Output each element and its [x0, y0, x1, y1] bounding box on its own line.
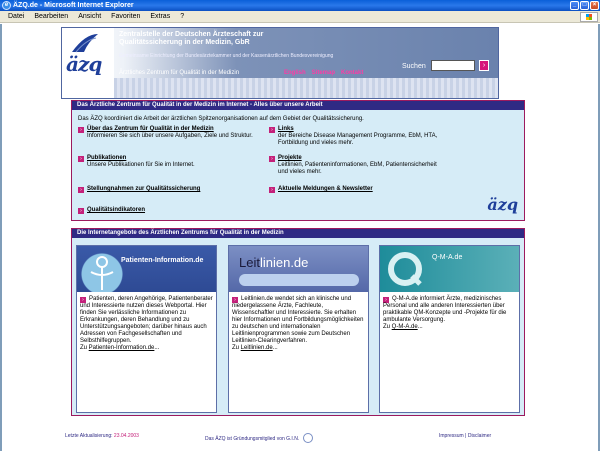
card-qma: Q-M-A.de › Q-M-A.de informiert Ärzte, med…: [379, 245, 520, 413]
site-logo[interactable]: äzq: [62, 28, 114, 98]
leitlinien-link[interactable]: Leitlinien.de: [241, 345, 273, 351]
header-subtitle: Gemeinsame Einrichtung der Bundesärzteka…: [119, 53, 334, 59]
q-ring-icon: [388, 252, 422, 286]
box-logo: äzq: [487, 195, 518, 214]
offers-box-heading: Die Internetangebote des Ärztlichen Zent…: [72, 229, 524, 238]
arrow-icon: ›: [269, 127, 275, 133]
menu-bearbeiten[interactable]: Bearbeiten: [29, 13, 73, 20]
qma-link[interactable]: Q-M-A.de: [392, 324, 418, 330]
menu-help[interactable]: ?: [175, 13, 189, 20]
page-viewport: äzq Zentralstelle der Deutschen Ärztesch…: [0, 24, 600, 451]
site-header: äzq Zentralstelle der Deutschen Ärztesch…: [61, 27, 499, 99]
card-leitlinien: Leitlinien.de › Leitlinien.de wendet sich…: [228, 245, 369, 413]
header-links: English Sitemap Kontakt: [284, 70, 363, 76]
link-kontakt[interactable]: Kontakt: [341, 70, 363, 76]
arrow-icon: ›: [269, 187, 275, 193]
arrow-icon: ›: [78, 208, 84, 214]
menu-extras[interactable]: Extras: [145, 13, 175, 20]
header-title: Zentralstelle der Deutschen Ärzteschaft …: [119, 31, 264, 46]
qma-banner[interactable]: Q-M-A.de: [380, 246, 519, 292]
windows-logo-icon: [580, 12, 598, 22]
menu-favoriten[interactable]: Favoriten: [106, 13, 145, 20]
header-stripe: [114, 78, 498, 98]
link-impressum[interactable]: Impressum: [439, 433, 464, 439]
qma-banner-title: Q-M-A.de: [432, 254, 463, 261]
footer-updated: Letzte Aktualisierung: 23.04.2003: [65, 433, 139, 439]
item-stellungnahmen[interactable]: › Stellungnahmen zur Qualitätssicherung: [78, 186, 253, 193]
arrow-icon: ›: [78, 156, 84, 162]
leitlinien-text: › Leitlinien.de wendet sich an klinische …: [232, 296, 364, 351]
search-label: Suchen: [402, 63, 426, 70]
item-publikationen[interactable]: › Publikationen Unsere Publikationen für …: [78, 155, 253, 169]
logo-text: äzq: [66, 52, 102, 76]
ie-icon: e: [2, 1, 11, 10]
footer-links: Impressum | Disclaimer: [439, 433, 492, 439]
qma-text: › Q-M-A.de informiert Ärzte, medizinische…: [383, 296, 507, 330]
item-links[interactable]: › Links der Bereiche Disease Management P…: [269, 126, 444, 147]
window-titlebar: e ÄZQ.de - Microsoft Internet Explorer _…: [0, 0, 600, 11]
sail-icon: [72, 34, 98, 53]
window-buttons: _ □ ×: [570, 1, 599, 10]
gin-logo-icon[interactable]: [303, 433, 314, 443]
patienten-text: › Patienten, deren Angehörige, Patientenb…: [80, 296, 213, 351]
footer-gin: Das ÄZQ ist Gründungsmitglied von G.I.N.: [205, 433, 314, 443]
leitlinien-banner-title: Leitlinien.de: [239, 255, 309, 270]
arrow-icon: ›: [78, 187, 84, 193]
item-ueber[interactable]: › Über das Zentrum für Qualität in der Me…: [78, 126, 253, 140]
maximize-icon[interactable]: □: [580, 1, 589, 10]
card-patienten-information: Patienten-Information.de › Patienten, der…: [76, 245, 217, 413]
go-arrow-icon[interactable]: ›: [479, 60, 489, 71]
leitlinien-banner[interactable]: Leitlinien.de: [229, 246, 368, 292]
patienten-link[interactable]: Patienten-Information.de: [89, 345, 155, 351]
item-meldungen[interactable]: › Aktuelle Meldungen & Newsletter: [269, 186, 444, 193]
search-input[interactable]: [431, 60, 475, 71]
patienten-banner-title: Patienten-Information.de: [121, 257, 204, 264]
minimize-icon[interactable]: _: [570, 1, 579, 10]
link-english[interactable]: English: [284, 70, 306, 76]
arrow-icon: ›: [269, 156, 275, 162]
item-qualitaetsindikatoren[interactable]: › Qualitätsindikatoren: [78, 207, 253, 214]
menu-datei[interactable]: Datei: [3, 13, 29, 20]
menu-bar: Datei Bearbeiten Ansicht Favoriten Extra…: [0, 11, 600, 23]
window-title: ÄZQ.de - Microsoft Internet Explorer: [13, 2, 134, 9]
about-box-heading: Das Ärztliche Zentrum für Qualität in de…: [72, 101, 524, 110]
header-zentrum: Ärztliches Zentrum für Qualität in der M…: [119, 70, 240, 76]
about-box: Das Ärztliche Zentrum für Qualität in de…: [71, 100, 525, 221]
banner-swoosh: [239, 274, 359, 286]
offers-box: Die Internetangebote des Ärztlichen Zent…: [71, 228, 525, 416]
link-disclaimer[interactable]: Disclaimer: [468, 433, 491, 439]
menu-ansicht[interactable]: Ansicht: [73, 13, 106, 20]
close-icon[interactable]: ×: [590, 1, 599, 10]
patienten-banner[interactable]: Patienten-Information.de: [77, 246, 216, 292]
link-sitemap[interactable]: Sitemap: [312, 70, 335, 76]
item-projekte[interactable]: › Projekte Leitlinien, Patienteninformati…: [269, 155, 444, 176]
about-intro: Das ÄZQ koordiniert die Arbeit der ärztl…: [78, 116, 364, 122]
arrow-icon: ›: [78, 127, 84, 133]
person-icon: [90, 256, 114, 290]
